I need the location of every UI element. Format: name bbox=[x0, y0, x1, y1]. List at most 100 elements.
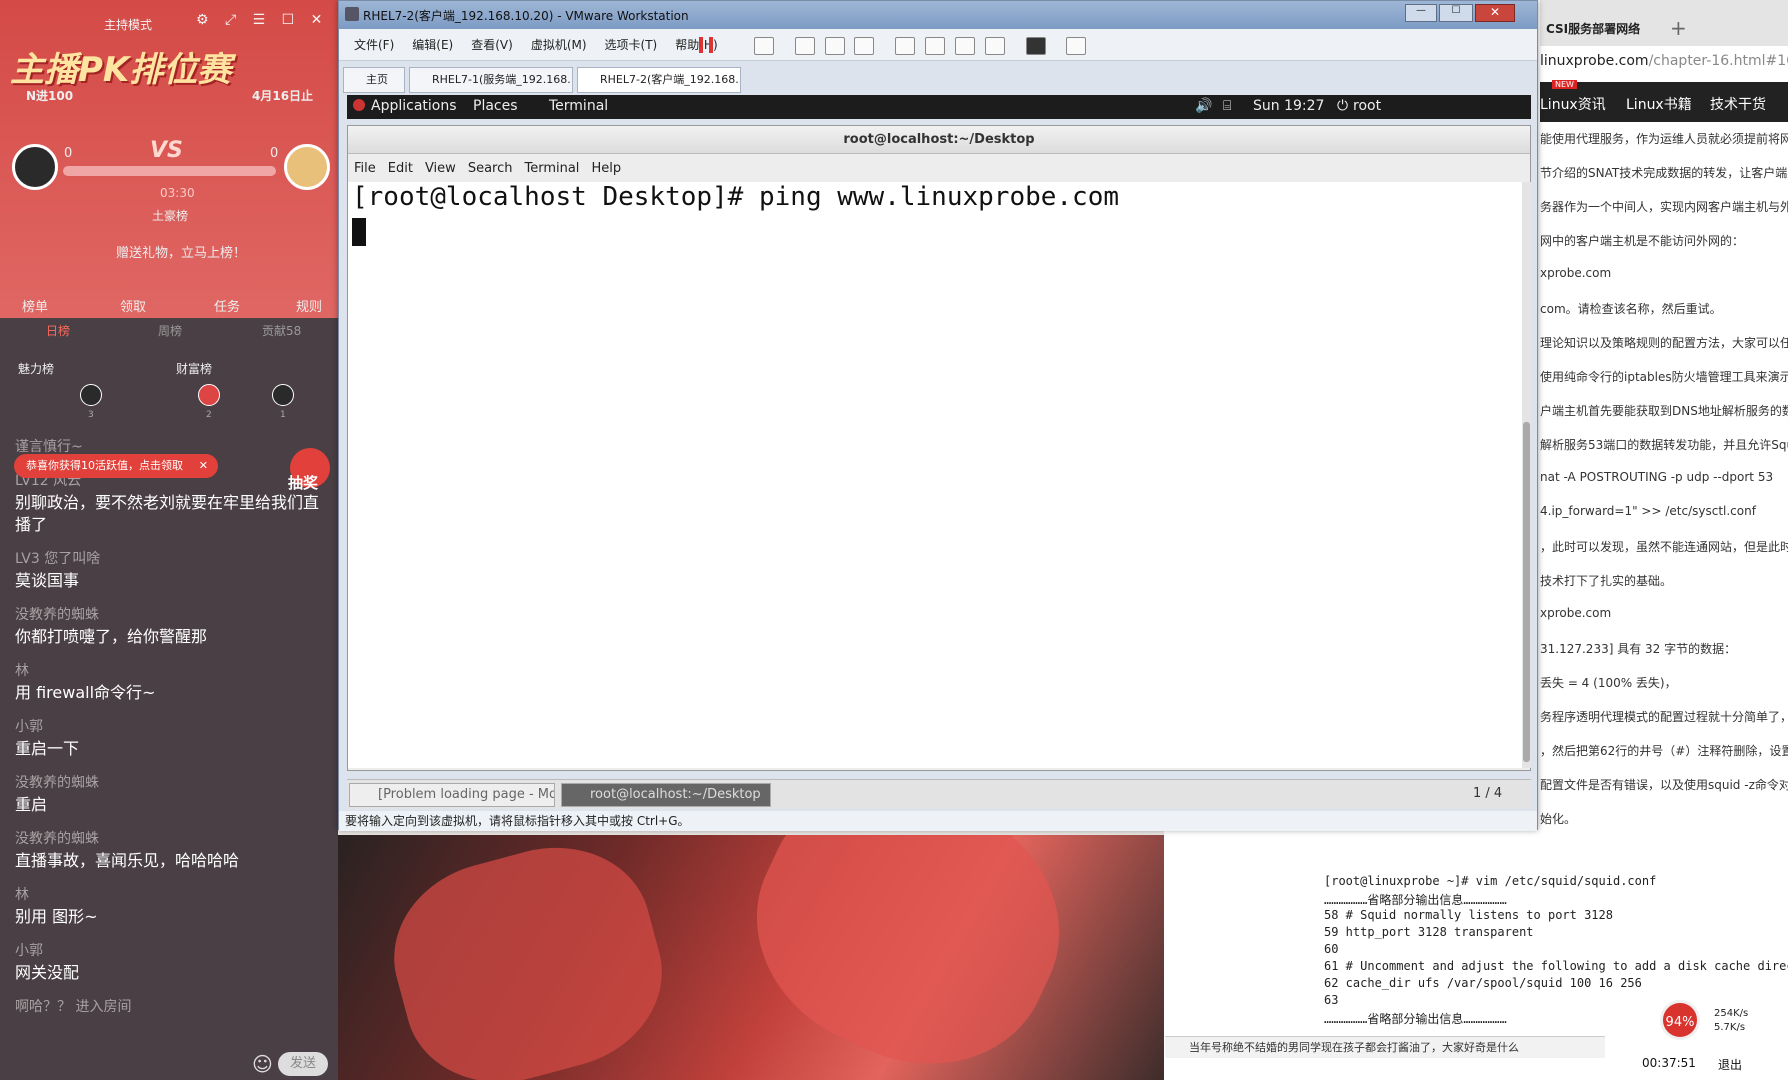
chat-username[interactable]: 小郭 bbox=[15, 940, 43, 960]
nav-claim[interactable]: 领取 bbox=[120, 296, 146, 315]
new-tab-icon[interactable]: + bbox=[1670, 16, 1687, 40]
tab-week[interactable]: 周榜 bbox=[158, 322, 182, 339]
code-line: [root@linuxprobe ~]# vim /etc/squid/squi… bbox=[1324, 874, 1657, 888]
term-menu-edit[interactable]: Edit bbox=[382, 154, 419, 184]
snapshot-manager-icon[interactable] bbox=[854, 36, 875, 55]
left-avatar[interactable] bbox=[12, 144, 58, 190]
taskbar-firefox[interactable]: [Problem loading page - Mozilla ... bbox=[349, 783, 555, 807]
send-keys-icon[interactable] bbox=[754, 36, 774, 55]
host-mode-label[interactable]: 主持模式 bbox=[104, 16, 152, 33]
workspace-indicator[interactable]: 1 / 4 bbox=[1473, 786, 1502, 801]
console-icon[interactable] bbox=[1025, 36, 1046, 55]
rank-label[interactable]: 土豪榜 bbox=[152, 207, 188, 224]
terminal-output[interactable]: [root@localhost Desktop]# ping www.linux… bbox=[348, 182, 1522, 768]
article-line: 配置文件是否有错误，以及使用squid -z命令对 bbox=[1540, 778, 1788, 792]
sidebar-icon[interactable] bbox=[895, 36, 916, 55]
nav-linux-news[interactable]: Linux资讯 bbox=[1540, 94, 1606, 114]
terminal-window: root@localhost:~/Desktop File Edit View Sea… bbox=[347, 125, 1531, 771]
places-menu[interactable]: Places bbox=[473, 98, 518, 114]
nav-linux-books[interactable]: Linux书籍 bbox=[1626, 94, 1692, 114]
article-line: 使用纯命令行的iptables防火墙管理工具来演示命 bbox=[1540, 370, 1788, 384]
chat-username[interactable]: 啊哈？？ 进入房间 bbox=[15, 996, 131, 1016]
snapshot-icon[interactable] bbox=[794, 36, 815, 55]
article-line: nat -A POSTROUTING -p udp --dport 53 bbox=[1540, 470, 1774, 484]
taskbar-terminal[interactable]: root@localhost:~/Desktop bbox=[561, 783, 771, 807]
chat-username[interactable]: 林 bbox=[15, 660, 29, 680]
browser-tab[interactable]: CSI服务部署网络 bbox=[1546, 20, 1640, 37]
charm-rank-label[interactable]: 魅力榜 bbox=[18, 360, 54, 377]
term-menu-file[interactable]: File bbox=[348, 154, 382, 184]
menu-file[interactable]: 文件(F) bbox=[345, 29, 403, 61]
unity-icon[interactable] bbox=[984, 36, 1005, 55]
thumbnail-icon[interactable] bbox=[925, 36, 946, 55]
nav-rank[interactable]: 榜单 bbox=[22, 296, 48, 315]
tab-day[interactable]: 日榜 bbox=[46, 322, 70, 339]
volume-icon[interactable]: 🔊 bbox=[1195, 98, 1212, 114]
tab-rhel7-2[interactable]: RHEL7-2(客户端_192.168.... bbox=[577, 67, 741, 93]
terminal-title: root@localhost:~/Desktop bbox=[843, 132, 1035, 147]
menu-view[interactable]: 查看(V) bbox=[462, 29, 522, 61]
close-icon[interactable]: ✕ bbox=[199, 454, 208, 478]
toast-reward[interactable]: 恭喜你获得10活跃值，点击领取 ✕ bbox=[14, 454, 218, 478]
term-menu-terminal[interactable]: Terminal bbox=[518, 154, 585, 184]
pause-icon[interactable] bbox=[699, 37, 713, 53]
tab-rhel7-1-label: RHEL7-1(服务端_192.168.10.... bbox=[432, 73, 572, 86]
tab-rhel7-1[interactable]: RHEL7-1(服务端_192.168.10.... bbox=[409, 67, 573, 93]
address-bar[interactable]: linuxprobe.com/chapter-16.html#1633 bbox=[1540, 48, 1788, 74]
rank-avatar-2[interactable] bbox=[198, 384, 220, 406]
article-line: 务程序透明代理模式的配置过程就十分简单了， bbox=[1540, 710, 1788, 724]
menu-vm[interactable]: 虚拟机(M) bbox=[522, 29, 596, 61]
emoji-icon[interactable]: ☺ bbox=[252, 1052, 273, 1076]
close-window-icon[interactable]: ✕ bbox=[1475, 4, 1515, 22]
power-icon[interactable]: ⏻ bbox=[1337, 98, 1348, 114]
menu-edit[interactable]: 编辑(E) bbox=[403, 29, 462, 61]
gift-prompt[interactable]: 赠送礼物，立马上榜！ bbox=[116, 242, 246, 261]
nav-tech[interactable]: 技术干货 bbox=[1710, 94, 1766, 114]
rank-tabs: 日榜 周榜 贡献58 bbox=[0, 322, 338, 346]
nav-rules[interactable]: 规则 bbox=[296, 296, 322, 315]
menu-tabs[interactable]: 选项卡(T) bbox=[596, 29, 667, 61]
menu-help[interactable]: 帮助(H) bbox=[666, 29, 726, 61]
wealth-rank-label[interactable]: 财富榜 bbox=[176, 360, 212, 377]
article-line: 节介绍的SNAT技术完成数据的转发，让客户端主 bbox=[1540, 166, 1788, 180]
chat-username[interactable]: 没教养的蜘蛛 bbox=[15, 772, 99, 792]
upload-speed: 254K/s bbox=[1714, 1008, 1749, 1019]
fullscreen-icon[interactable] bbox=[954, 36, 975, 55]
maximize-icon[interactable]: ☐ bbox=[1439, 4, 1473, 22]
window-controls[interactable]: ⚙ ⤢ ☰ ☐ ✕ bbox=[196, 12, 328, 28]
stretch-icon[interactable] bbox=[1066, 36, 1087, 55]
tab-home[interactable]: 主页 bbox=[343, 67, 405, 93]
lottery-label[interactable]: 抽奖 bbox=[288, 472, 318, 493]
user-menu[interactable]: root bbox=[1353, 98, 1381, 114]
terminal-app-menu[interactable]: Terminal bbox=[549, 98, 608, 114]
speed-percent-badge[interactable]: 94% bbox=[1660, 1000, 1700, 1040]
applications-menu[interactable]: Applications bbox=[371, 98, 457, 114]
revert-snapshot-icon[interactable] bbox=[824, 36, 845, 55]
gnome-taskbar: [Problem loading page - Mozilla ... root… bbox=[347, 779, 1531, 809]
rank-3: 3 bbox=[88, 410, 94, 420]
tab-contrib[interactable]: 贡献58 bbox=[262, 322, 301, 339]
term-menu-help[interactable]: Help bbox=[585, 154, 627, 184]
term-menu-search[interactable]: Search bbox=[462, 154, 519, 184]
send-button[interactable]: 发送 bbox=[278, 1052, 328, 1076]
news-ticker[interactable]: 当年号称绝不结婚的男同学现在孩子都会打酱油了，大家好奇是什么 bbox=[1165, 1036, 1605, 1058]
exit-button[interactable]: 退出 bbox=[1718, 1056, 1742, 1073]
article-line: 解析服务53端口的数据转发功能，并且允许Squi bbox=[1540, 438, 1788, 452]
vmware-menubar: 文件(F) 编辑(E) 查看(V) 虚拟机(M) 选项卡(T) 帮助(H) bbox=[339, 29, 1537, 61]
minimize-icon[interactable]: — bbox=[1405, 4, 1437, 22]
term-menu-view[interactable]: View bbox=[419, 154, 462, 184]
rank-avatar-1[interactable] bbox=[272, 384, 294, 406]
chat-username[interactable]: 小郭 bbox=[15, 716, 43, 736]
nav-task[interactable]: 任务 bbox=[214, 296, 240, 315]
network-icon[interactable]: ⌸ bbox=[1223, 98, 1231, 114]
chat-username[interactable]: 没教养的蜘蛛 bbox=[15, 604, 99, 624]
chat-username[interactable]: LV3 您了叫啥 bbox=[15, 548, 100, 568]
rank-avatar-3[interactable] bbox=[80, 384, 102, 406]
terminal-scrollbar[interactable] bbox=[1522, 182, 1531, 768]
chat-username[interactable]: 没教养的蜘蛛 bbox=[15, 828, 99, 848]
gnome-top-bar: Applications Places Terminal 🔊 ⌸ Sun 19:… bbox=[347, 95, 1531, 119]
right-avatar[interactable] bbox=[284, 144, 330, 190]
chat-username[interactable]: 林 bbox=[15, 884, 29, 904]
chat-username[interactable]: 谨言慎行~ bbox=[15, 436, 83, 456]
clock[interactable]: Sun 19:27 bbox=[1253, 98, 1324, 114]
